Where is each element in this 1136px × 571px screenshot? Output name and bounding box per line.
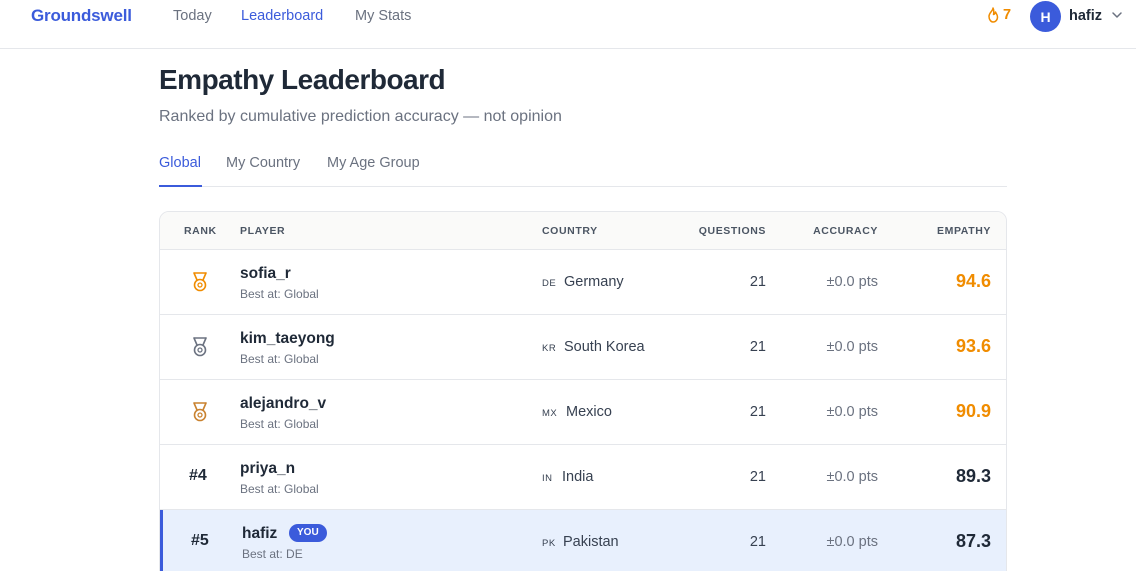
questions-count: 21 [749,339,766,355]
player-best-at: Best at: Global [240,352,319,366]
country-code: DE [542,278,557,289]
accuracy-value: ±0.0 pts [826,469,879,485]
accuracy-value: ±0.0 pts [826,274,879,290]
country-name: Germany [564,274,624,290]
page-title: Empathy Leaderboard [159,64,446,95]
chevron-down-icon[interactable] [1111,10,1123,20]
country-name: Pakistan [563,534,619,550]
player-best-at: Best at: Global [240,287,319,301]
rank-number: #5 [191,532,209,549]
table-row[interactable]: kim_taeyong Best at: Global KR South Kor… [160,315,1006,380]
table-row-current-user[interactable]: #5 hafiz YOU Best at: DE PK Pakistan 21 … [160,510,1006,571]
tab-my-age-group[interactable]: My Age Group [327,155,420,171]
questions-count: 21 [749,534,766,550]
table-row[interactable]: alejandro_v Best at: Global MX Mexico 21… [160,380,1006,445]
accuracy-value: ±0.0 pts [826,534,879,550]
empathy-score: 89.3 [955,466,991,486]
top-nav: Groundswell Today Leaderboard My Stats 7… [0,0,1136,49]
active-tab-indicator [159,185,202,187]
player-name[interactable]: hafiz [242,525,277,543]
brand-logo[interactable]: Groundswell [31,6,132,26]
country-code: IN [542,473,553,484]
accuracy-value: ±0.0 pts [826,339,879,355]
player-best-at: Best at: Global [240,482,319,496]
country-name: Mexico [566,404,612,420]
streak-count: 7 [1003,7,1012,23]
empathy-score: 90.9 [955,401,991,421]
streak-counter: 7 [986,7,1011,23]
player-name[interactable]: sofia_r [240,265,291,283]
country-name: India [562,469,594,485]
empathy-score: 87.3 [955,531,991,551]
table-header: RANK PLAYER COUNTRY QUESTIONS ACCURACY E… [160,212,1006,250]
header-country: COUNTRY [542,225,598,237]
header-player: PLAYER [240,225,286,237]
accuracy-value: ±0.0 pts [826,404,879,420]
silver-medal-icon [193,337,207,357]
rank-number: #4 [189,467,207,484]
header-rank: RANK [184,225,217,237]
nav-link-today[interactable]: Today [173,8,212,24]
country-code: MX [542,408,558,419]
empathy-score: 93.6 [955,336,991,356]
tab-my-country[interactable]: My Country [226,155,300,171]
avatar[interactable]: H [1030,1,1061,32]
country-name: South Korea [564,339,645,355]
player-best-at: Best at: Global [240,417,319,431]
nav-link-my-stats[interactable]: My Stats [355,8,411,24]
tab-global[interactable]: Global [159,155,201,171]
gold-medal-icon [193,272,207,292]
questions-count: 21 [749,469,766,485]
nav-link-leaderboard[interactable]: Leaderboard [241,8,323,24]
username[interactable]: hafiz [1069,8,1102,24]
country-code: PK [542,538,556,549]
leaderboard-table: RANK PLAYER COUNTRY QUESTIONS ACCURACY E… [159,211,1007,571]
questions-count: 21 [749,404,766,420]
country-code: KR [542,343,557,354]
player-name[interactable]: kim_taeyong [240,330,335,348]
questions-count: 21 [749,274,766,290]
header-accuracy: ACCURACY [813,225,878,237]
flame-icon [988,7,999,23]
you-badge: YOU [289,524,327,542]
header-empathy: EMPATHY [937,225,991,237]
bronze-medal-icon [193,402,207,422]
table-row[interactable]: sofia_r Best at: Global DE Germany 21 ±0… [160,250,1006,315]
player-name[interactable]: alejandro_v [240,395,326,413]
table-row[interactable]: #4 priya_n Best at: Global IN India 21 ±… [160,445,1006,510]
leaderboard-tabs: Global My Country My Age Group [159,140,1007,187]
header-questions: QUESTIONS [698,225,766,237]
player-name[interactable]: priya_n [240,460,295,478]
player-best-at: Best at: DE [242,547,303,561]
page-subtitle: Ranked by cumulative prediction accuracy… [159,108,562,125]
empathy-score: 94.6 [955,271,991,291]
